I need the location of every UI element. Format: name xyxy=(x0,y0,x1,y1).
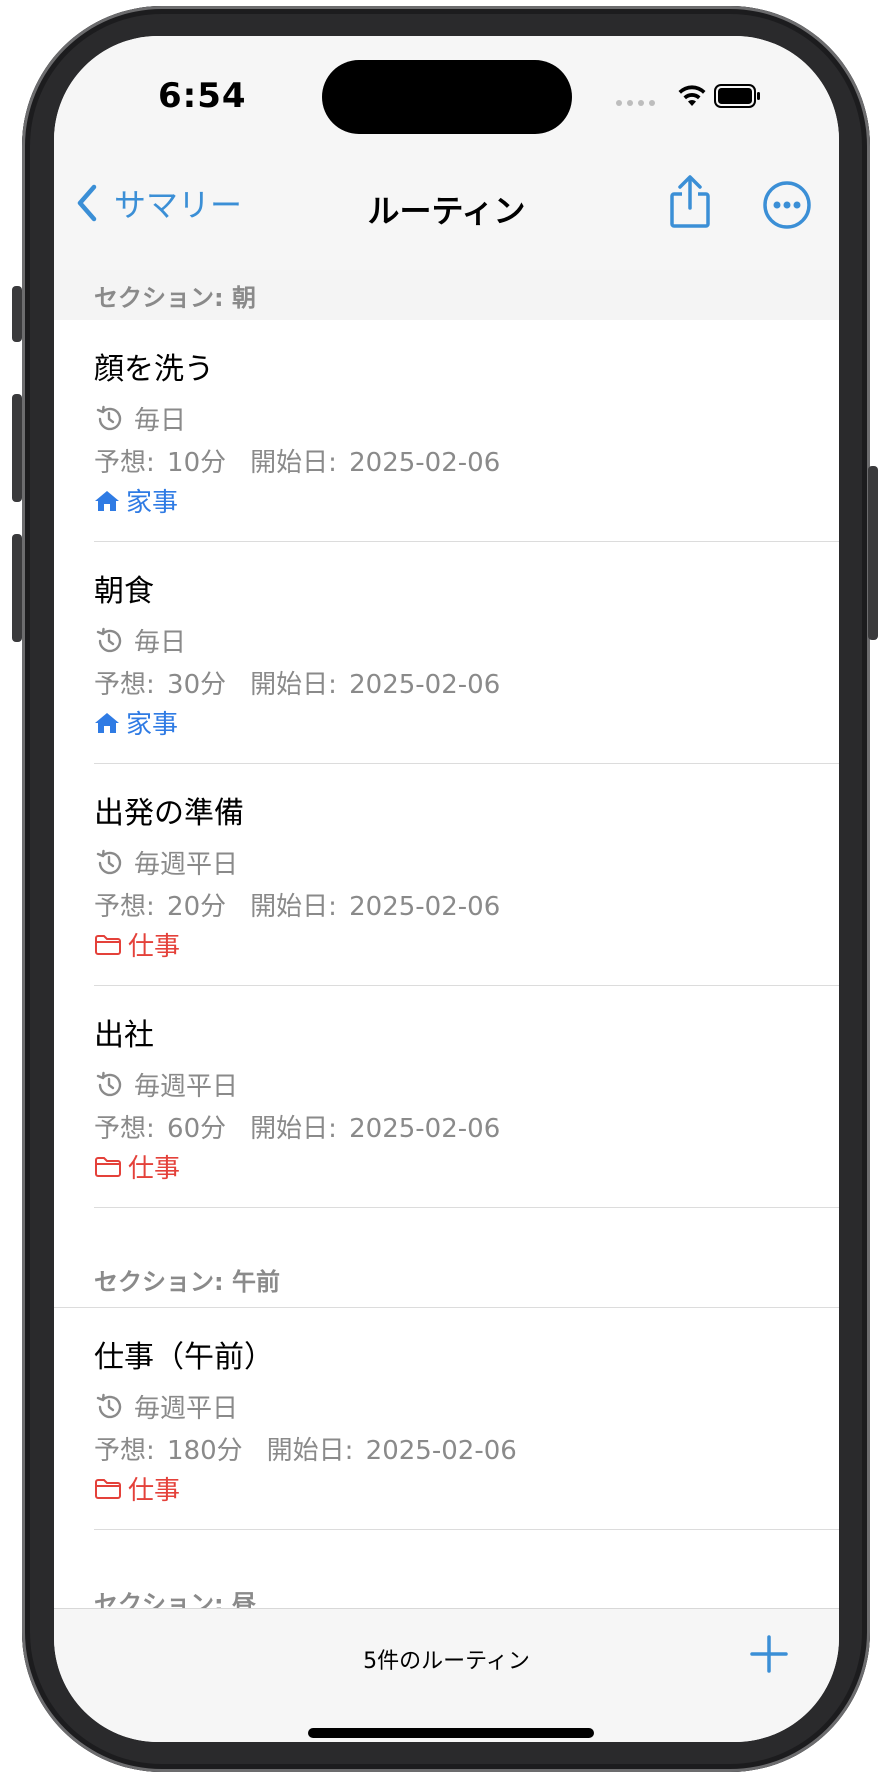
estimate-label: 予想: 60分 xyxy=(94,1114,227,1144)
frequency-label: 毎日 xyxy=(134,628,187,658)
tag-label: 仕事 xyxy=(128,932,181,962)
routine-tag: 仕事 xyxy=(94,1470,180,1507)
routine-row[interactable]: 顔を洗う 毎日 予想: 10分 開始日: 2025-02-06 家事 xyxy=(94,320,839,542)
routine-count: 5件のルーティン xyxy=(363,1649,530,1674)
home-indicator xyxy=(308,1728,594,1738)
routine-frequency: 毎日 xyxy=(94,400,186,437)
routine-frequency: 毎週平日 xyxy=(94,1066,238,1103)
estimate-label: 予想: 20分 xyxy=(94,892,227,922)
plus-icon[interactable] xyxy=(748,1633,790,1675)
routine-title: 顔を洗う xyxy=(94,352,214,387)
volume-up-button xyxy=(12,394,22,502)
routine-frequency: 毎日 xyxy=(94,622,186,659)
clock-history-icon xyxy=(96,405,122,430)
folder-icon xyxy=(95,1478,121,1499)
routine-detail: 予想: 10分 開始日: 2025-02-06 xyxy=(94,442,500,479)
estimate-label: 予想: 30分 xyxy=(94,670,227,700)
routine-tag: 家事 xyxy=(94,482,178,519)
tag-label: 家事 xyxy=(126,710,179,740)
section-header: セクション: 昼 xyxy=(54,1530,839,1608)
bottom-toolbar: 5件のルーティン xyxy=(54,1608,839,1742)
routine-tag: 仕事 xyxy=(94,1148,180,1185)
start-date-label: 開始日: 2025-02-06 xyxy=(250,670,501,700)
routine-frequency: 毎週平日 xyxy=(94,1388,238,1425)
power-button xyxy=(868,466,878,640)
frequency-label: 毎週平日 xyxy=(134,850,239,880)
volume-down-button xyxy=(12,534,22,642)
routine-list: セクション: 朝 顔を洗う 毎日 予想: 10分 開始日: 2025-02-06 … xyxy=(54,270,839,1608)
share-icon[interactable] xyxy=(666,174,714,230)
wifi-icon xyxy=(678,85,706,106)
routine-frequency: 毎週平日 xyxy=(94,844,238,881)
start-date-label: 開始日: 2025-02-06 xyxy=(250,1114,501,1144)
routine-detail: 予想: 180分 開始日: 2025-02-06 xyxy=(94,1430,517,1467)
clock-history-icon xyxy=(96,1393,122,1418)
signal-icon xyxy=(616,100,655,106)
house-icon xyxy=(95,712,119,733)
routine-row[interactable]: 出発の準備 毎週平日 予想: 20分 開始日: 2025-02-06 仕事 xyxy=(94,764,839,986)
section-header-label: セクション: 朝 xyxy=(94,283,256,312)
tag-label: 仕事 xyxy=(128,1154,181,1184)
frequency-label: 毎日 xyxy=(134,406,187,436)
start-date-label: 開始日: 2025-02-06 xyxy=(266,1436,517,1466)
ellipsis-circle-icon[interactable] xyxy=(762,180,812,230)
routine-detail: 予想: 30分 開始日: 2025-02-06 xyxy=(94,664,500,701)
routine-title: 出社 xyxy=(94,1018,154,1053)
section-header-label: セクション: 午前 xyxy=(94,1268,280,1296)
routine-title: 仕事（午前） xyxy=(94,1340,274,1375)
clock-history-icon xyxy=(96,849,122,874)
status-time: 6:54 xyxy=(158,76,247,116)
battery-icon xyxy=(714,84,760,108)
tag-label: 仕事 xyxy=(128,1476,181,1506)
estimate-label: 予想: 10分 xyxy=(94,448,227,478)
section-header-label: セクション: 昼 xyxy=(94,1590,256,1608)
routine-row[interactable]: 朝食 毎日 予想: 30分 開始日: 2025-02-06 家事 xyxy=(94,542,839,764)
folder-icon xyxy=(95,934,121,955)
tag-label: 家事 xyxy=(126,488,179,518)
routine-detail: 予想: 20分 開始日: 2025-02-06 xyxy=(94,886,500,923)
estimate-label: 予想: 180分 xyxy=(94,1436,243,1466)
routine-row[interactable]: 出社 毎週平日 予想: 60分 開始日: 2025-02-06 仕事 xyxy=(94,986,839,1208)
routine-row[interactable]: 仕事（午前） 毎週平日 予想: 180分 開始日: 2025-02-06 仕事 xyxy=(94,1308,839,1530)
section-header: セクション: 朝 xyxy=(54,270,839,320)
routine-tag: 家事 xyxy=(94,704,178,741)
frequency-label: 毎週平日 xyxy=(134,1072,239,1102)
section-header: セクション: 午前 xyxy=(54,1208,839,1308)
clock-history-icon xyxy=(96,627,122,652)
page-title: ルーティン xyxy=(367,192,526,230)
navigation-bar: サマリー ルーティン xyxy=(54,156,839,271)
dynamic-island xyxy=(322,60,572,134)
status-bar: 6:54 xyxy=(54,36,839,156)
folder-icon xyxy=(95,1156,121,1177)
routine-title: 朝食 xyxy=(94,574,154,609)
routine-tag: 仕事 xyxy=(94,926,180,963)
routine-title: 出発の準備 xyxy=(94,796,244,831)
house-icon xyxy=(95,490,119,511)
start-date-label: 開始日: 2025-02-06 xyxy=(250,448,501,478)
routine-detail: 予想: 60分 開始日: 2025-02-06 xyxy=(94,1108,500,1145)
screen: 6:54 サマリー ルーティン セクション: 朝 顔を洗う 毎日 予想: 10分… xyxy=(54,36,839,1742)
frequency-label: 毎週平日 xyxy=(134,1394,239,1424)
action-button xyxy=(12,286,22,342)
clock-history-icon xyxy=(96,1071,122,1096)
start-date-label: 開始日: 2025-02-06 xyxy=(250,892,501,922)
